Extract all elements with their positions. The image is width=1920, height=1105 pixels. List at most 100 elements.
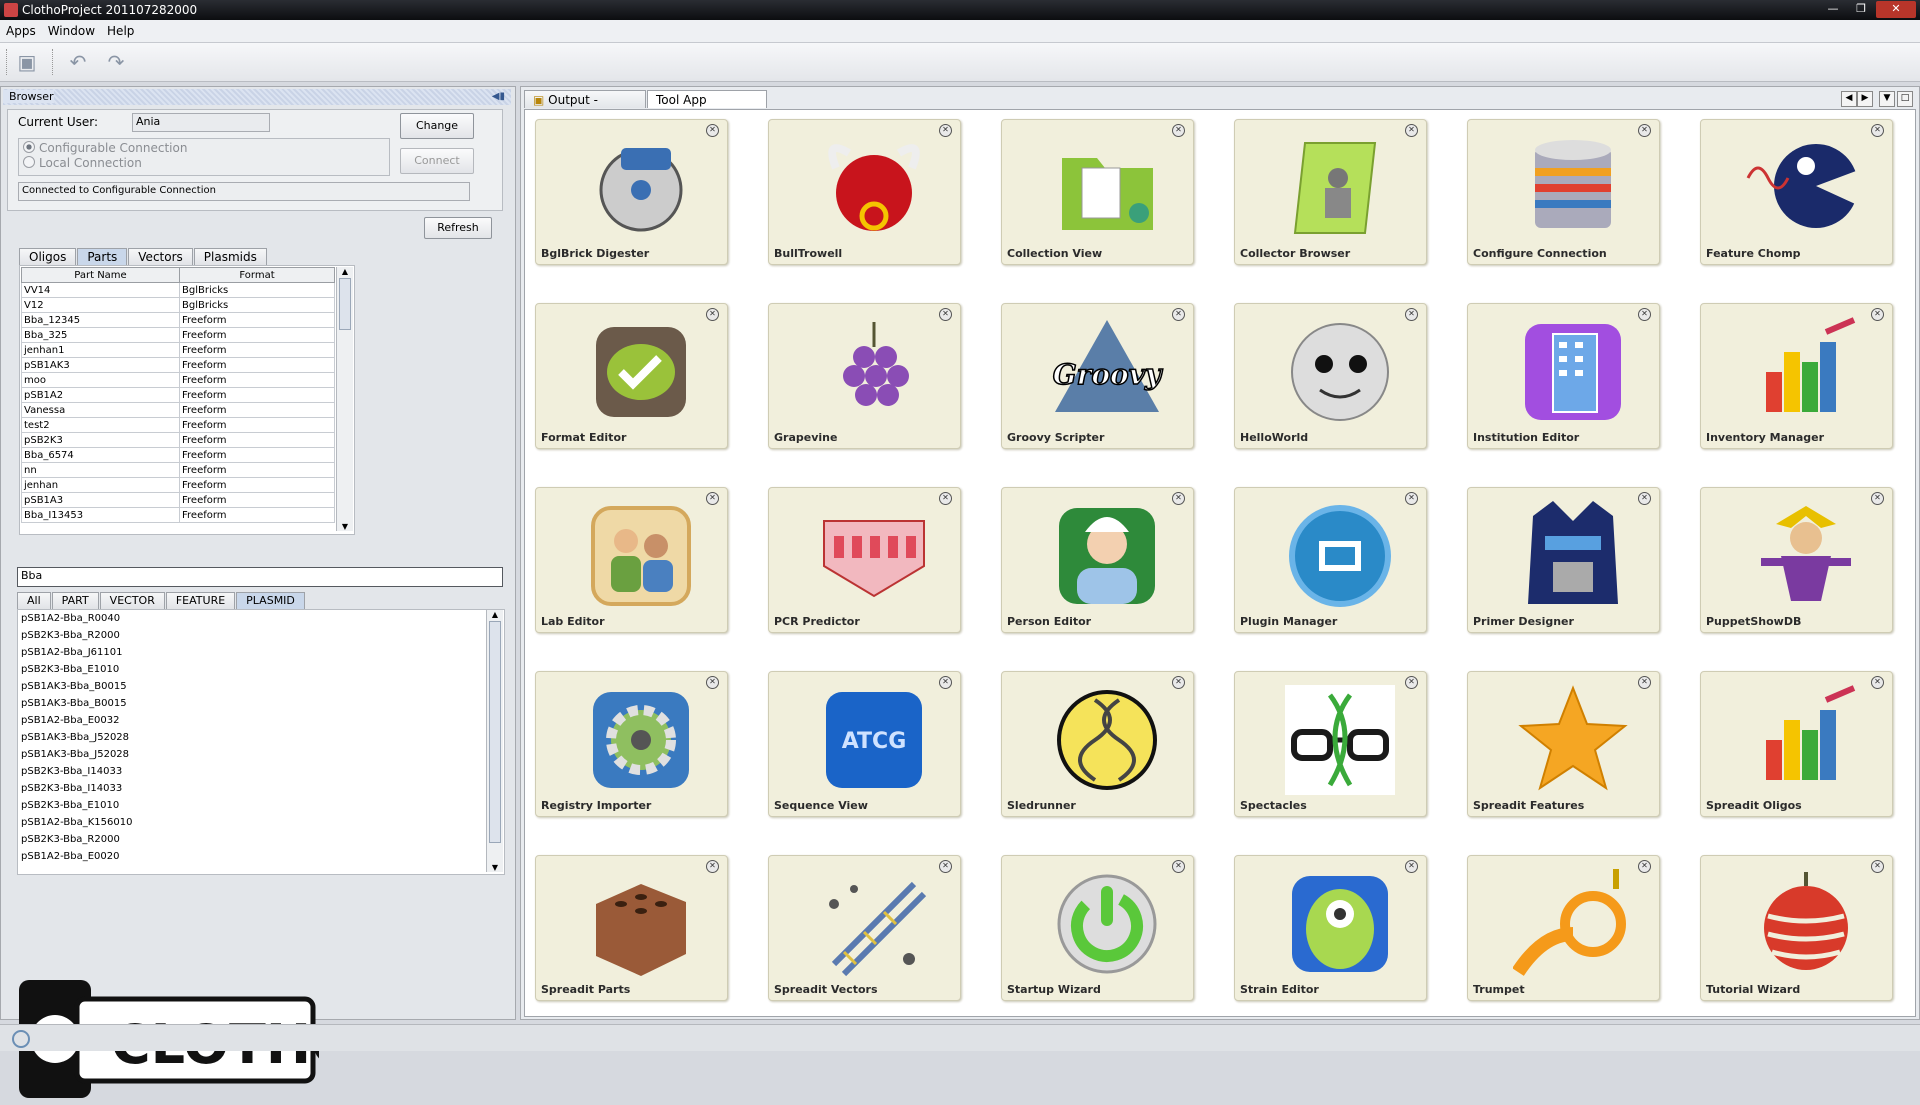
app-card[interactable]: ✕ Primer Designer (1467, 487, 1660, 633)
close-app-icon[interactable]: ✕ (1405, 308, 1418, 321)
redo-icon[interactable]: ↷ (102, 49, 130, 75)
app-card[interactable]: ✕ PCR Predictor (768, 487, 961, 633)
app-card[interactable]: Groovy ✕ Groovy Scripter (1001, 303, 1194, 449)
close-app-icon[interactable]: ✕ (1172, 492, 1185, 505)
app-card[interactable]: ✕ Collection View (1001, 119, 1194, 265)
app-card[interactable]: ✕ Registry Importer (535, 671, 728, 817)
brick-icon[interactable] (581, 864, 701, 982)
bar-cubes-icon[interactable] (1746, 312, 1866, 430)
list-item[interactable]: pSB2K3-Bba_R2000 (21, 831, 504, 848)
table-row[interactable]: pSB1A3 Freeform (21, 492, 335, 508)
table-row[interactable]: test2 Freeform (21, 417, 335, 433)
horn-icon[interactable] (1512, 864, 1633, 982)
tab-parts[interactable]: Parts (77, 248, 128, 265)
restore-button[interactable]: ❐ (1848, 1, 1874, 18)
scroll-tabs-right-icon[interactable]: ▶ (1857, 91, 1873, 107)
app-card[interactable]: ✕ Configure Connection (1467, 119, 1660, 265)
close-app-icon[interactable]: ✕ (1638, 676, 1651, 689)
list-item[interactable]: pSB1AK3-Bba_B0015 (21, 678, 504, 695)
table-row[interactable]: Vanessa Freeform (21, 402, 335, 418)
scroll-tabs-left-icon[interactable]: ◀ (1841, 91, 1857, 107)
table-row[interactable]: pSB1AK3 Freeform (21, 357, 335, 373)
list-item[interactable]: pSB1A2-Bba_E0032 (21, 712, 504, 729)
list-item[interactable]: pSB2K3-Bba_E1010 (21, 797, 504, 814)
app-card[interactable]: ✕ Startup Wizard (1001, 855, 1194, 1001)
app-card[interactable]: ✕ Collector Browser (1234, 119, 1427, 265)
people-icon[interactable] (581, 496, 701, 614)
close-app-icon[interactable]: ✕ (1871, 676, 1884, 689)
tab-tool-app-browser[interactable]: Tool App Browser✕ (647, 90, 767, 125)
bar-cubes-icon[interactable] (1746, 680, 1866, 798)
filter-tab-plasmid[interactable]: PLASMID (236, 592, 305, 609)
app-card[interactable]: ✕ BullTrowell (768, 119, 961, 265)
list-item[interactable]: pSB1AK3-Bba_B0015 (21, 695, 504, 712)
filter-tab-vector[interactable]: VECTOR (99, 592, 165, 609)
close-app-icon[interactable]: ✕ (1871, 492, 1884, 505)
filter-tab-feature[interactable]: FEATURE (165, 592, 236, 609)
close-app-icon[interactable]: ✕ (1871, 124, 1884, 137)
menu-apps[interactable]: Apps (0, 20, 42, 42)
table-row[interactable]: Bba_325 Freeform (21, 327, 335, 343)
close-app-icon[interactable]: ✕ (1172, 124, 1185, 137)
saw-icon[interactable] (581, 128, 701, 246)
close-app-icon[interactable]: ✕ (939, 676, 952, 689)
app-card[interactable]: ATCG ✕ Sequence View (768, 671, 961, 817)
close-app-icon[interactable]: ✕ (706, 124, 719, 137)
change-button[interactable]: Change (400, 113, 474, 139)
close-app-icon[interactable]: ✕ (1405, 492, 1418, 505)
collector-icon[interactable] (1280, 128, 1400, 246)
results-scrollbar[interactable]: ▲ ▼ (486, 610, 503, 872)
app-card[interactable]: ✕ Person Editor (1001, 487, 1194, 633)
table-row[interactable]: nn Freeform (21, 462, 335, 478)
close-app-icon[interactable]: ✕ (939, 492, 952, 505)
close-app-icon[interactable]: ✕ (1172, 676, 1185, 689)
database-icon[interactable] (1513, 128, 1633, 246)
app-card[interactable]: ✕ PuppetShowDB (1700, 487, 1893, 633)
search-input[interactable]: Bba (17, 567, 503, 587)
close-app-icon[interactable]: ✕ (1638, 492, 1651, 505)
apple-icon[interactable] (1746, 864, 1866, 982)
app-card[interactable]: ✕ HelloWorld (1234, 303, 1427, 449)
table-row[interactable]: Bba_I13453 Freeform (21, 507, 335, 523)
star-icon[interactable] (1513, 680, 1633, 798)
maximize-tab-icon[interactable]: □ (1897, 91, 1913, 107)
close-app-icon[interactable]: ✕ (1638, 308, 1651, 321)
filter-tab-part[interactable]: PART (51, 592, 99, 609)
close-app-icon[interactable]: ✕ (1405, 676, 1418, 689)
list-item[interactable]: pSB2K3-Bba_R2000 (21, 627, 504, 644)
radio-local[interactable]: Local Connection (23, 156, 142, 170)
close-app-icon[interactable]: ✕ (939, 860, 952, 873)
tab-oligos[interactable]: Oligos (19, 248, 77, 265)
pcr-tubes-icon[interactable] (814, 496, 934, 614)
menu-window[interactable]: Window (42, 20, 101, 42)
app-card[interactable]: ✕ Spreadit Parts (535, 855, 728, 1001)
app-card[interactable]: ✕ Format Editor (535, 303, 728, 449)
atcg-icon[interactable]: ATCG (814, 680, 934, 798)
app-card[interactable]: ✕ Trumpet (1467, 855, 1660, 1001)
current-user-field[interactable]: Ania (132, 113, 270, 132)
results-scroll-thumb[interactable] (489, 621, 501, 843)
close-app-icon[interactable]: ✕ (1172, 860, 1185, 873)
gear-icon[interactable] (581, 680, 701, 798)
list-item[interactable]: pSB2K3-Bba_I14033 (21, 780, 504, 797)
close-app-icon[interactable]: ✕ (1405, 124, 1418, 137)
puppet-icon[interactable] (1746, 496, 1866, 614)
app-card[interactable]: ✕ Feature Chomp (1700, 119, 1893, 265)
app-card[interactable]: ✕ Sledrunner (1001, 671, 1194, 817)
monster-icon[interactable] (1280, 864, 1400, 982)
grapes-icon[interactable] (814, 312, 934, 430)
close-app-icon[interactable]: ✕ (706, 676, 719, 689)
scroll-up-icon[interactable]: ▲ (337, 267, 353, 276)
app-card[interactable]: ✕ Spectacles (1234, 671, 1427, 817)
column-header-part-name[interactable]: Part Name (21, 267, 180, 283)
tab-list-dropdown-icon[interactable]: ▼ (1879, 91, 1895, 107)
tab-output[interactable]: ▣ Output - out✕ (524, 90, 646, 125)
app-card[interactable]: ✕ Tutorial Wizard (1700, 855, 1893, 1001)
close-app-icon[interactable]: ✕ (1638, 860, 1651, 873)
dna-helix-icon[interactable] (814, 864, 934, 982)
dna-circle-icon[interactable] (1047, 680, 1167, 798)
close-app-icon[interactable]: ✕ (706, 492, 719, 505)
undo-icon[interactable]: ↶ (64, 49, 92, 75)
app-card[interactable]: ✕ Institution Editor (1467, 303, 1660, 449)
table-row[interactable]: VV14 BglBricks (21, 282, 335, 298)
